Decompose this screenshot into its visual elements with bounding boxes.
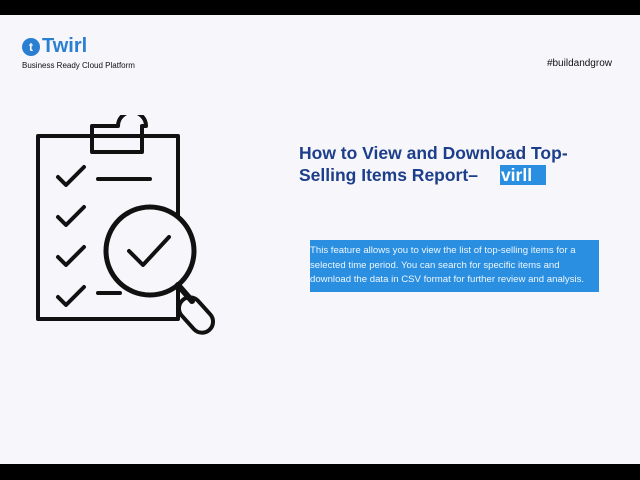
- feature-description: This feature allows you to view the list…: [310, 240, 599, 292]
- title-highlight: virll: [499, 165, 547, 185]
- twirl-logo: t Twirl: [22, 35, 87, 58]
- tagline: Business Ready Cloud Platform: [22, 61, 135, 70]
- logo-icon: t: [22, 37, 40, 56]
- logo-text: Twirl: [42, 35, 88, 57]
- page-title: How to View and Download Top-Selling Ite…: [299, 142, 599, 186]
- clipboard-magnifier-icon: [36, 115, 216, 335]
- slide: t Twirl Business Ready Cloud Platform #bu…: [0, 15, 640, 464]
- hashtag: #buildandgrow: [546, 58, 612, 69]
